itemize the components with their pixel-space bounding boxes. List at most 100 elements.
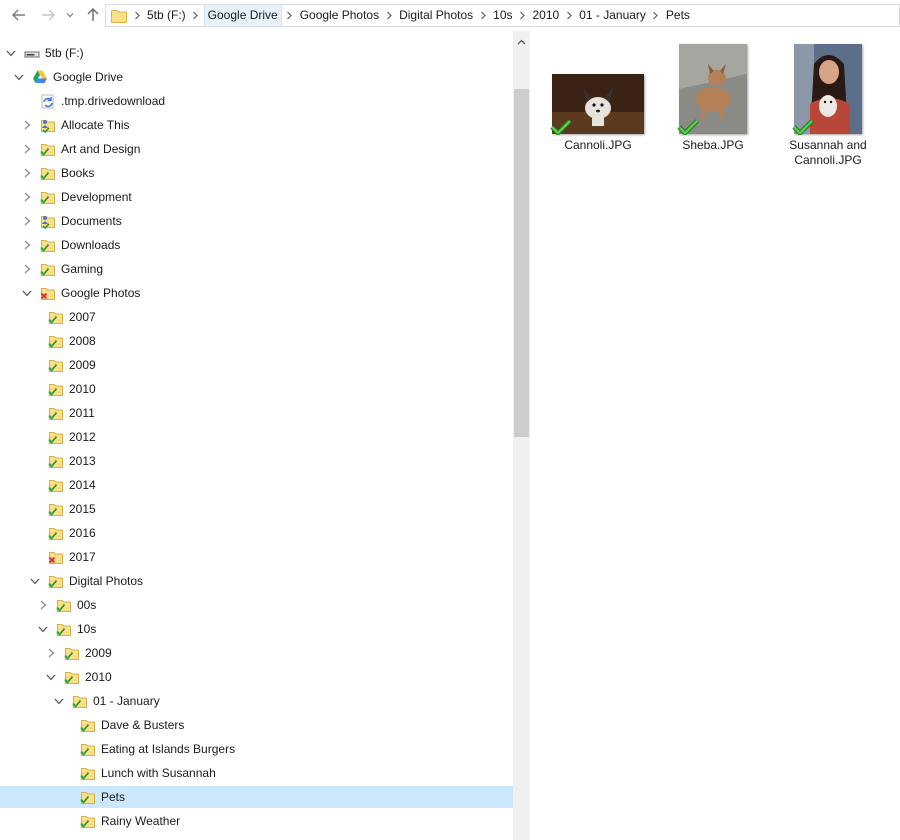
folder-sync-error-icon	[48, 549, 64, 565]
back-button[interactable]	[8, 4, 30, 26]
tree-item[interactable]: 2010	[0, 666, 513, 688]
breadcrumb-item[interactable]: Google Photos	[298, 5, 381, 26]
tree-item-label: Google Drive	[53, 70, 124, 84]
breadcrumb-separator[interactable]	[129, 5, 145, 26]
breadcrumb-separator[interactable]	[515, 5, 531, 26]
tree-item[interactable]: 10s	[0, 618, 513, 640]
tree-item-label: 2014	[69, 478, 96, 492]
tree-item[interactable]: 2012	[0, 426, 513, 448]
chevron-collapsed-icon[interactable]	[36, 594, 50, 616]
chevron-collapsed-icon[interactable]	[20, 234, 34, 256]
folder-synced-icon	[48, 357, 64, 373]
chevron-collapsed-icon[interactable]	[20, 162, 34, 184]
chevron-collapsed-icon[interactable]	[20, 258, 34, 280]
tree-item[interactable]: Books	[0, 162, 513, 184]
chevron-collapsed-icon[interactable]	[44, 642, 58, 664]
breadcrumb-item[interactable]: Pets	[664, 5, 692, 26]
tree-item[interactable]: 2009	[0, 354, 513, 376]
tree-item[interactable]: 00s	[0, 594, 513, 616]
breadcrumb-separator[interactable]	[282, 5, 298, 26]
tree-item[interactable]: 2009	[0, 642, 513, 664]
scroll-up-button[interactable]	[513, 33, 530, 50]
chevron-collapsed-icon[interactable]	[20, 186, 34, 208]
file-item[interactable]: Susannah and Cannoli.JPG	[778, 41, 878, 181]
chevron-expanded-icon[interactable]	[20, 282, 34, 304]
tree-item[interactable]: 2008	[0, 330, 513, 352]
folder-synced-icon	[48, 525, 64, 541]
tree-item[interactable]: Gaming	[0, 258, 513, 280]
breadcrumb-item[interactable]: 2010	[531, 5, 562, 26]
breadcrumb-item[interactable]: Digital Photos	[397, 5, 475, 26]
chevron-expanded-icon[interactable]	[12, 66, 26, 88]
tree-item[interactable]: 2007	[0, 306, 513, 328]
folder-synced-icon	[48, 501, 64, 517]
tree-item-label: Dave & Busters	[101, 718, 185, 732]
tree-item-label: 2010	[69, 382, 96, 396]
forward-button[interactable]	[37, 4, 59, 26]
tree-item-label: 2009	[85, 646, 112, 660]
breadcrumb-separator[interactable]	[475, 5, 491, 26]
breadcrumb-separator[interactable]	[561, 5, 577, 26]
tree-item[interactable]: Dave & Busters	[0, 714, 513, 736]
breadcrumb-separator[interactable]	[648, 5, 664, 26]
tree-item[interactable]: 2015	[0, 498, 513, 520]
tree-item[interactable]: Lunch with Susannah	[0, 762, 513, 784]
chevron-collapsed-icon[interactable]	[20, 210, 34, 232]
tree-item[interactable]: 2016	[0, 522, 513, 544]
tree-item[interactable]: Eating at Islands Burgers	[0, 738, 513, 760]
tree-item[interactable]: Allocate This	[0, 114, 513, 136]
tree-item[interactable]: Google Photos	[0, 282, 513, 304]
chevron-expanded-icon[interactable]	[28, 570, 42, 592]
tree-item[interactable]: Pets	[0, 786, 513, 808]
tree-item[interactable]: Rainy Weather	[0, 810, 513, 832]
folder-synced-icon	[80, 813, 96, 829]
file-item[interactable]: Sheba.JPG	[663, 41, 763, 181]
recent-locations-button[interactable]	[62, 4, 78, 26]
breadcrumb-item[interactable]: 01 - January	[577, 5, 648, 26]
tree-item[interactable]: Development	[0, 186, 513, 208]
tree-item-label: Downloads	[61, 238, 121, 252]
chevron-collapsed-icon[interactable]	[20, 138, 34, 160]
tree-item[interactable]: .tmp.drivedownload	[0, 90, 513, 112]
up-button[interactable]	[82, 4, 104, 26]
google-drive-icon	[32, 69, 48, 85]
breadcrumb-separator[interactable]	[188, 5, 204, 26]
tree-item-label: 2017	[69, 550, 96, 564]
navigation-pane[interactable]: 5tb (F:) Google Drive .tmp.drivedownload Al…	[0, 31, 513, 840]
chevron-expanded-icon[interactable]	[44, 666, 58, 688]
tree-item[interactable]: 2014	[0, 474, 513, 496]
tree-item[interactable]: 2010	[0, 378, 513, 400]
file-list: Cannoli.JPG Sheba.JPG Susannah and Cannoli…	[530, 31, 900, 840]
shared-folder-icon	[40, 117, 56, 134]
tree-item-label: Books	[61, 166, 95, 180]
tree-item-label: 10s	[77, 622, 97, 636]
file-item[interactable]: Cannoli.JPG	[548, 41, 648, 181]
tree-item[interactable]: 2011	[0, 402, 513, 424]
tree-item[interactable]: Downloads	[0, 234, 513, 256]
breadcrumb-item[interactable]: 5tb (F:)	[145, 5, 188, 26]
chevron-expanded-icon[interactable]	[4, 42, 18, 64]
chevron-expanded-icon[interactable]	[52, 690, 66, 712]
tree-item[interactable]: Google Drive	[0, 66, 513, 88]
breadcrumb-item[interactable]: 10s	[491, 5, 514, 26]
tree-item[interactable]: 01 - January	[0, 690, 513, 712]
navigation-pane-scrollbar[interactable]	[513, 31, 530, 840]
tree-item[interactable]: Documents	[0, 210, 513, 232]
tree-item[interactable]: Digital Photos	[0, 570, 513, 592]
tree-item[interactable]: Art and Design	[0, 138, 513, 160]
tree-item[interactable]: 2013	[0, 450, 513, 472]
tree-item-label: 5tb (F:)	[45, 46, 84, 60]
folder-synced-icon	[48, 333, 64, 349]
tree-item[interactable]: 5tb (F:)	[0, 42, 513, 64]
folder-synced-icon	[80, 741, 96, 757]
breadcrumb-item[interactable]: Google Drive	[203, 5, 282, 26]
scroll-thumb[interactable]	[514, 89, 529, 437]
chevron-expanded-icon[interactable]	[36, 618, 50, 640]
tree-item[interactable]: 2017	[0, 546, 513, 568]
address-bar[interactable]: 5tb (F:) Google Drive Google Photos Digital…	[105, 4, 900, 27]
tree-item-label: Lunch with Susannah	[101, 766, 216, 780]
sync-icon	[40, 93, 56, 109]
folder-synced-icon	[80, 717, 96, 733]
breadcrumb-separator[interactable]	[381, 5, 397, 26]
chevron-collapsed-icon[interactable]	[20, 114, 34, 136]
